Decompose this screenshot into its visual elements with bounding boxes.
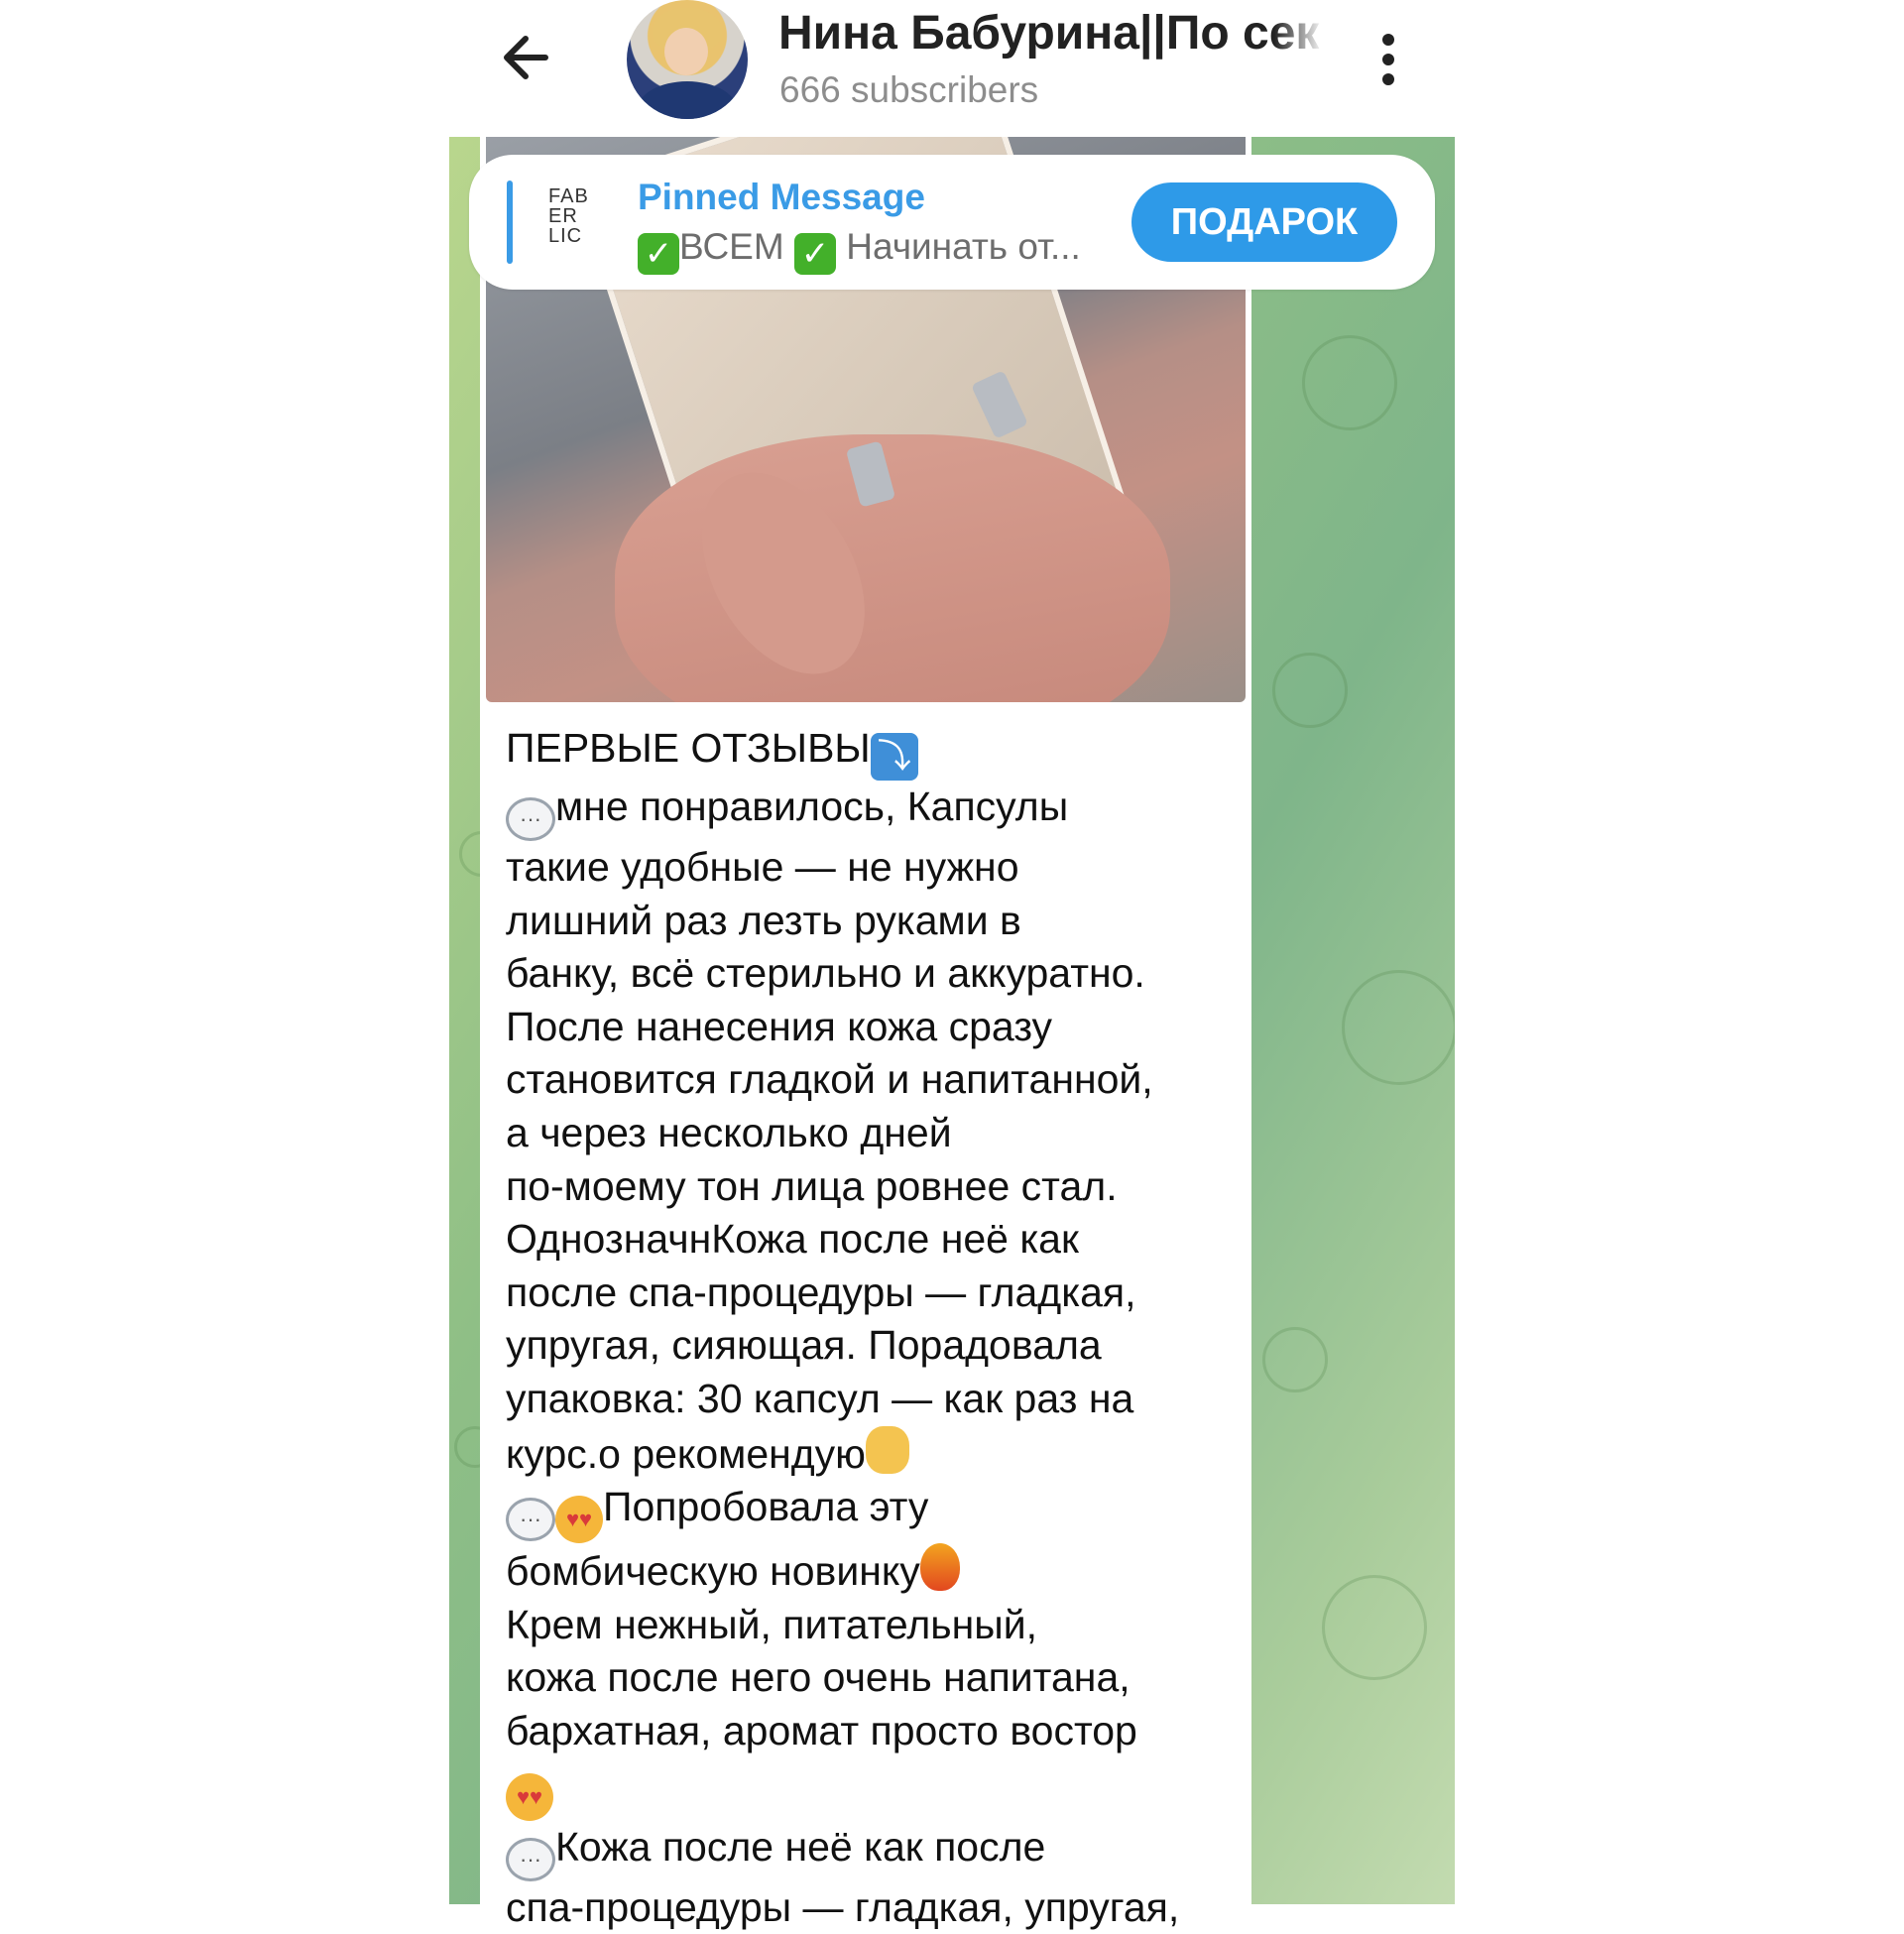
heart-eyes-emoji-icon: ♥♥ [555,1496,603,1544]
heart-eyes-emoji-icon: ♥♥ [506,1772,553,1821]
fire-emoji-icon [919,1543,960,1592]
green-check-icon: ✓ [793,233,836,275]
pinned-preview: ✓ ВСЕМ ✓ Начинать от... [638,226,1104,275]
pinned-message-bar[interactable]: FAB ER LIC Pinned Message ✓ ВСЕМ ✓ Начина… [469,155,1435,290]
subscriber-count: 666 subscribers [779,69,1039,110]
pinned-label: Pinned Message [638,177,925,217]
speech-bubble-icon: ··· [506,1498,555,1542]
pinned-indicator [507,181,513,264]
arrow-down-emoji-icon: ⤵ [870,733,918,781]
message-text: ПЕРВЫЕ ОТЗЫВЫ ⤵ ··· мне понравилось, Капсу… [506,725,1180,1930]
back-button[interactable] [494,26,563,89]
gift-button[interactable]: ПОДАРОК [1131,182,1397,262]
ok-hand-emoji-icon [865,1425,909,1474]
speech-bubble-icon: ··· [506,797,555,841]
more-options-button[interactable] [1368,30,1408,89]
channel-title[interactable]: Нина Бабурина||По сек [778,6,1324,61]
arrow-left-icon [504,36,548,79]
chat-header: Нина Бабурина||По сек 666 subscribers [0,0,1904,137]
vertical-dots-icon [1382,34,1394,46]
faberlic-logo: FAB ER LIC [548,185,589,247]
green-check-icon: ✓ [638,233,679,275]
channel-avatar[interactable] [627,0,748,119]
speech-bubble-icon: ··· [506,1837,555,1881]
